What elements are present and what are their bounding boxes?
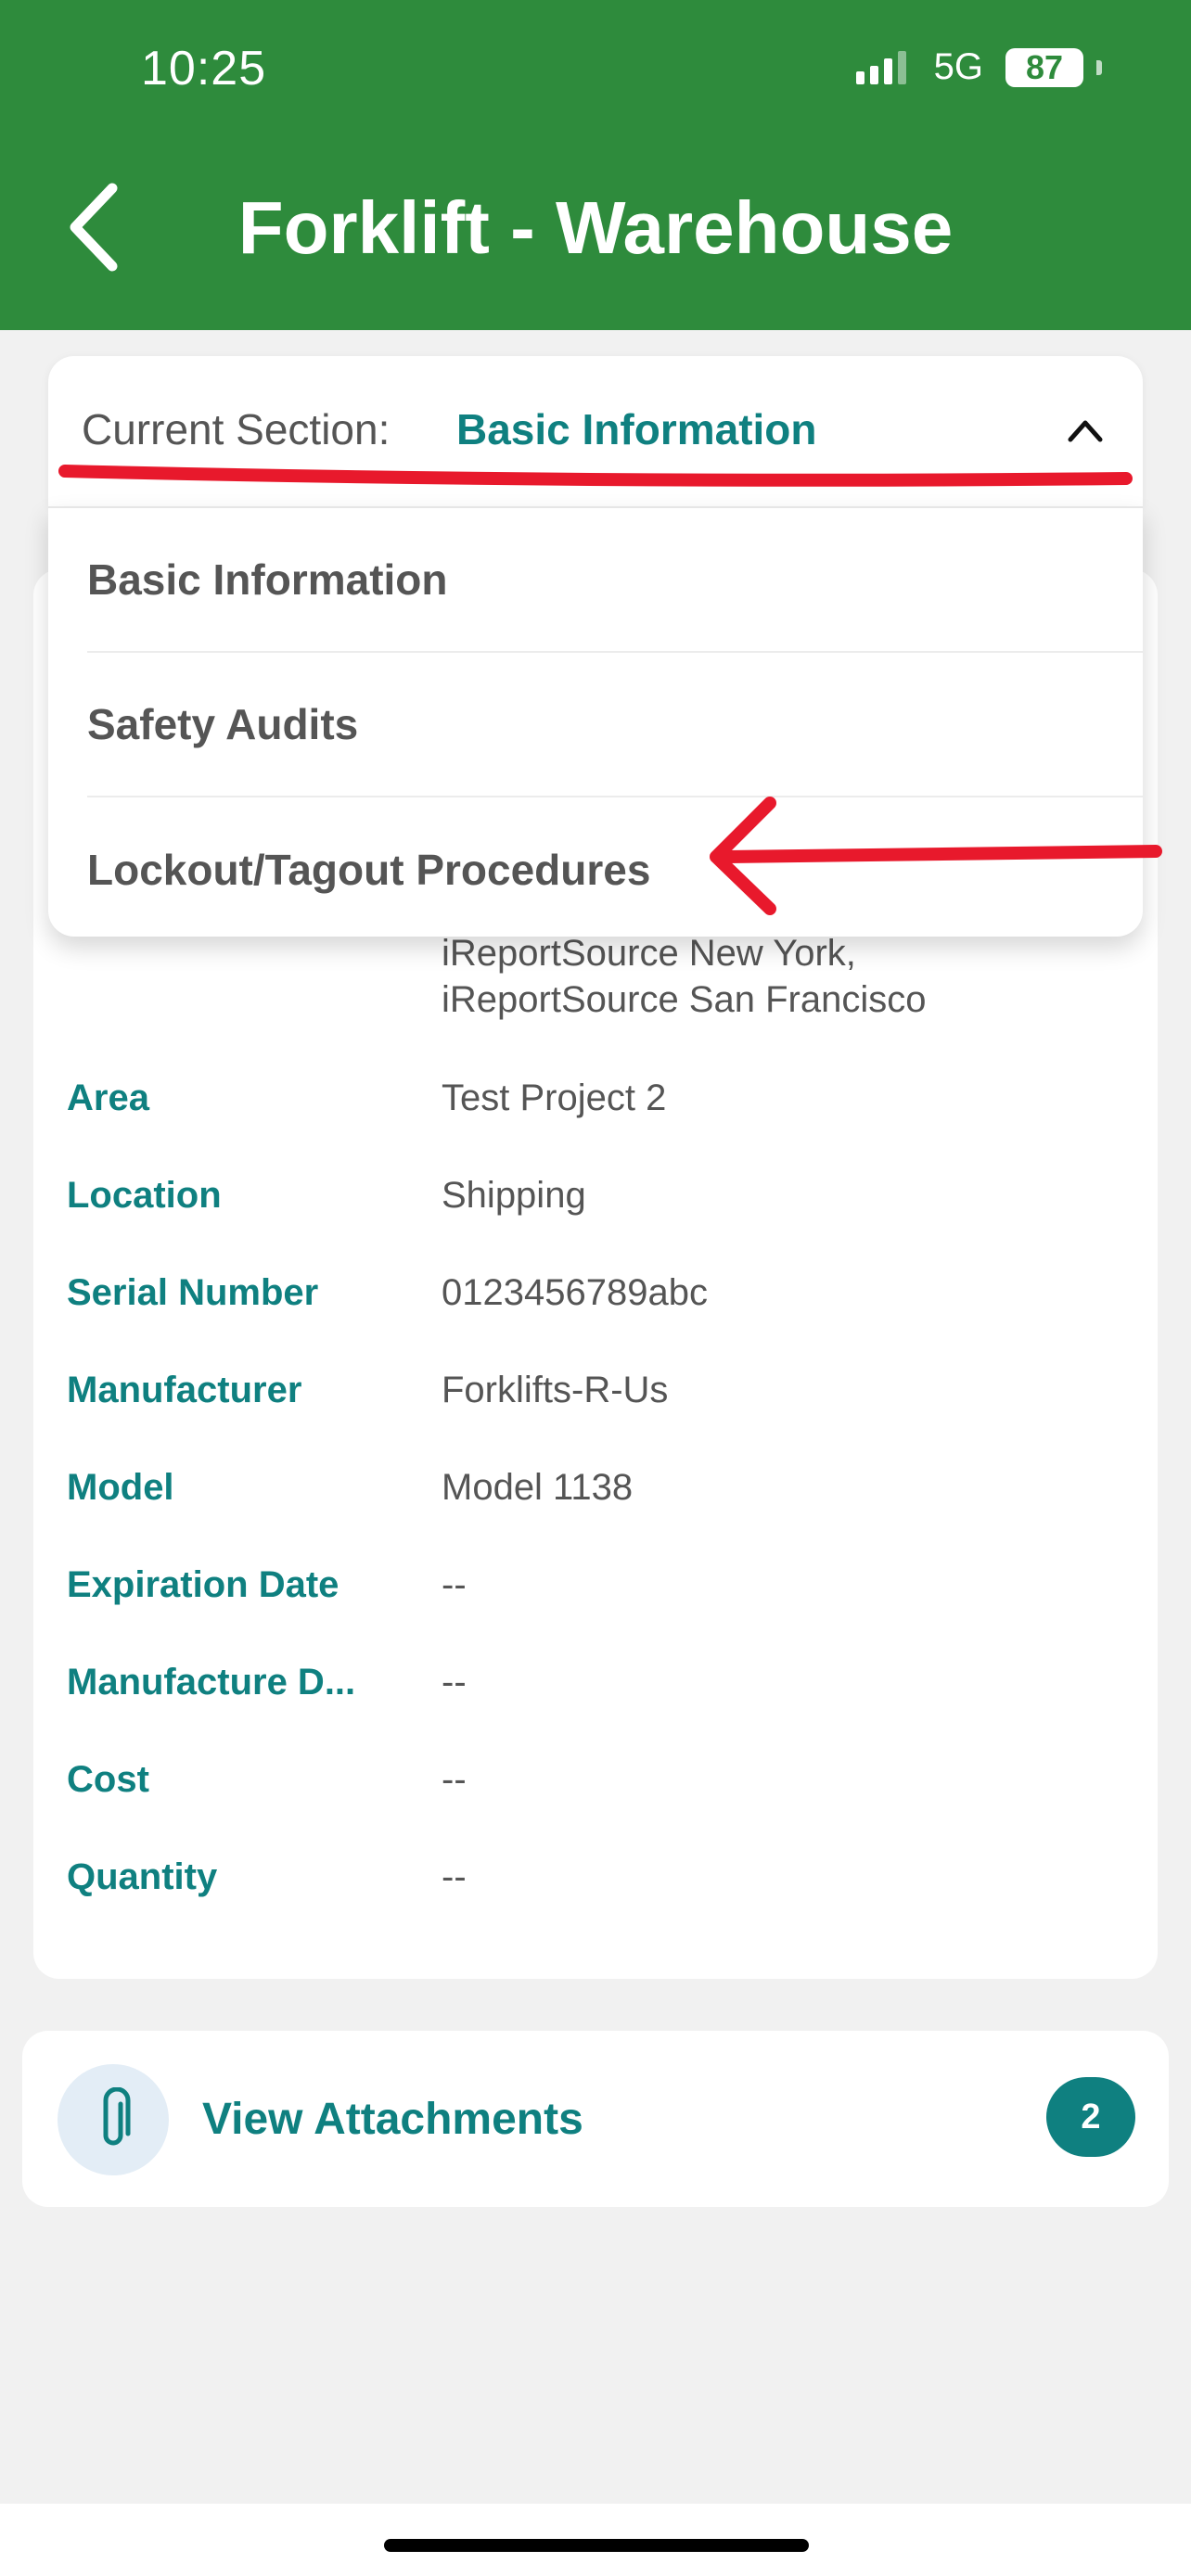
detail-row-manufacturer: Manufacturer Forklifts-R-Us	[67, 1362, 1133, 1418]
partial-value-line: iReportSource San Francisco	[442, 979, 927, 1020]
section-selector-value: Basic Information	[456, 405, 817, 453]
view-attachments-label: View Attachments	[202, 2095, 583, 2144]
signal-icon	[855, 50, 906, 84]
detail-value: Model 1138	[442, 1466, 634, 1508]
detail-label: Manufacture D...	[67, 1661, 356, 1702]
detail-row-model: Model Model 1138	[67, 1460, 1133, 1515]
detail-label: Model	[67, 1466, 174, 1508]
home-indicator[interactable]	[384, 2539, 809, 2552]
detail-value: Shipping	[442, 1174, 586, 1216]
detail-row-quantity: Quantity --	[67, 1849, 1133, 1905]
chevron-up-icon[interactable]	[1065, 410, 1106, 451]
detail-label: Quantity	[67, 1855, 218, 1897]
section-selector[interactable]: Current Section: Basic Information	[48, 356, 1143, 506]
attachment-icon-circle	[58, 2064, 169, 2175]
detail-label: Expiration Date	[67, 1563, 339, 1605]
detail-row-location: Location Shipping	[67, 1167, 1133, 1223]
battery-icon: 87	[1005, 47, 1083, 87]
menu-item-basic-information[interactable]: Basic Information	[87, 508, 1143, 653]
detail-value: Test Project 2	[442, 1077, 667, 1118]
detail-label: Manufacturer	[67, 1369, 302, 1410]
detail-value: --	[442, 1661, 467, 1702]
detail-value: --	[442, 1563, 467, 1605]
detail-label: Cost	[67, 1758, 149, 1800]
page-title: Forklift - Warehouse	[237, 186, 954, 269]
detail-value: Forklifts-R-Us	[442, 1369, 669, 1410]
detail-label: Location	[67, 1174, 222, 1216]
detail-value: 0123456789abc	[442, 1271, 708, 1313]
app-header: 10:25 5G 87 Forklift - Warehouse	[0, 0, 1191, 330]
detail-row-area: Area Test Project 2	[67, 1070, 1133, 1126]
network-type: 5G	[933, 46, 983, 87]
attachments-count-badge: 2	[1046, 2077, 1135, 2157]
menu-item-lockout-tagout-procedures[interactable]: Lockout/Tagout Procedures	[87, 797, 1143, 942]
screen: 10:25 5G 87 Forklift - Warehouse iReport…	[0, 0, 1191, 2576]
section-selector-label: Current Section:	[82, 405, 391, 453]
status-indicators: 5G 87	[855, 46, 1102, 88]
detail-row-manufacture-date: Manufacture D... --	[67, 1654, 1133, 1710]
status-time: 10:25	[141, 42, 267, 96]
menu-item-safety-audits[interactable]: Safety Audits	[87, 653, 1143, 797]
view-attachments-button[interactable]: View Attachments 2	[22, 2031, 1169, 2207]
detail-value: --	[442, 1758, 467, 1800]
detail-row-cost: Cost --	[67, 1752, 1133, 1807]
detail-row-expiration-date: Expiration Date --	[67, 1557, 1133, 1613]
detail-row-serial-number: Serial Number 0123456789abc	[67, 1265, 1133, 1320]
detail-label: Serial Number	[67, 1271, 319, 1313]
detail-value: --	[442, 1855, 467, 1897]
detail-label: Area	[67, 1077, 149, 1118]
battery-tip	[1096, 59, 1102, 75]
section-dropdown-menu: Basic Information Safety Audits Lockout/…	[48, 506, 1143, 937]
paperclip-icon	[103, 2087, 131, 2146]
